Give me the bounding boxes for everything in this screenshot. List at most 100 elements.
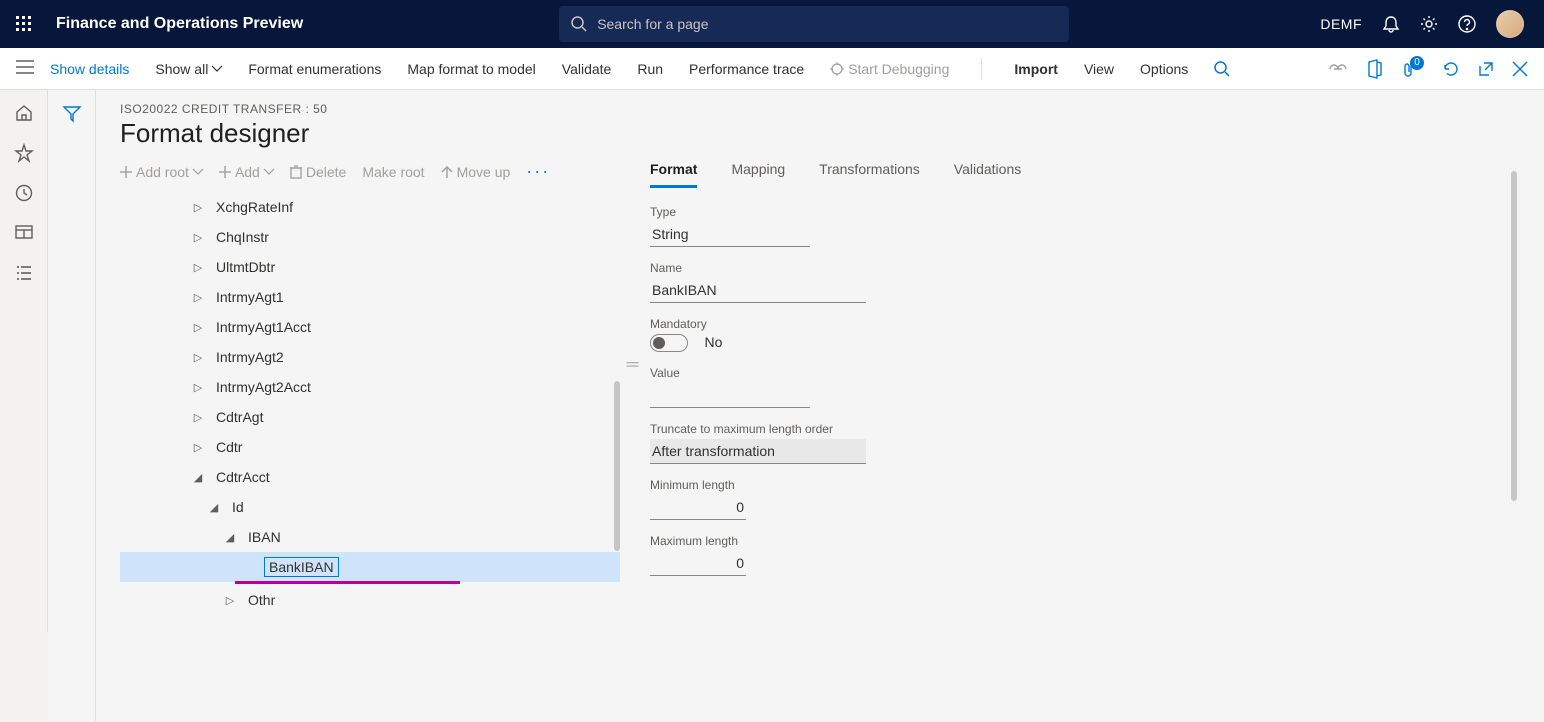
hamburger-icon[interactable]	[16, 60, 34, 79]
tree-node-selected[interactable]: BankIBAN	[120, 552, 620, 582]
tree-node[interactable]: ▷CdtrAgt	[120, 402, 620, 432]
map-format-button[interactable]: Map format to model	[407, 61, 535, 77]
breadcrumb: ISO20022 CREDIT TRANSFER : 50	[120, 102, 1520, 116]
caret-down-icon[interactable]: ◢	[190, 471, 206, 484]
close-icon[interactable]	[1512, 61, 1528, 77]
type-field[interactable]	[650, 222, 810, 247]
run-button[interactable]: Run	[637, 61, 663, 77]
tab-validations[interactable]: Validations	[954, 161, 1021, 188]
value-field[interactable]	[650, 383, 810, 408]
tab-format[interactable]: Format	[650, 161, 697, 188]
add-root-button[interactable]: Add root	[120, 164, 203, 180]
tab-mapping[interactable]: Mapping	[731, 161, 785, 188]
office-icon[interactable]	[1366, 60, 1382, 78]
splitter-handle[interactable]: ||	[626, 361, 641, 368]
search-input[interactable]: Search for a page	[559, 6, 1069, 42]
caret-right-icon[interactable]: ▷	[190, 291, 206, 304]
caret-right-icon[interactable]: ▷	[190, 321, 206, 334]
caret-right-icon[interactable]: ▷	[190, 441, 206, 454]
page-title: Format designer	[120, 118, 1520, 149]
start-debugging-button[interactable]: Start Debugging	[830, 61, 949, 77]
mandatory-toggle[interactable]	[650, 334, 688, 352]
max-length-field[interactable]	[650, 551, 746, 576]
home-icon[interactable]	[15, 104, 33, 122]
debug-icon	[830, 62, 844, 76]
tree-node[interactable]: ▷ChqInstr	[120, 222, 620, 252]
tree-node[interactable]: ◢IBAN	[120, 522, 620, 552]
value-label: Value	[650, 366, 1520, 380]
truncate-dropdown[interactable]	[650, 439, 866, 464]
attachments-badge: 0	[1410, 56, 1424, 70]
refresh-icon[interactable]	[1442, 60, 1460, 78]
tab-transformations[interactable]: Transformations	[819, 161, 920, 188]
performance-trace-button[interactable]: Performance trace	[689, 61, 804, 77]
tree-node[interactable]: ▷IntrmyAgt2Acct	[120, 372, 620, 402]
caret-right-icon[interactable]: ▷	[190, 201, 206, 214]
bell-icon[interactable]	[1382, 15, 1400, 33]
search-action-icon[interactable]	[1214, 61, 1230, 77]
star-icon[interactable]	[15, 144, 33, 162]
tree-node[interactable]: ▷IntrmyAgt1	[120, 282, 620, 312]
props-scrollbar[interactable]	[1511, 171, 1517, 501]
format-tree: ▷XchgRateInf ▷ChqInstr ▷UltmtDbtr ▷Intrm…	[120, 192, 620, 615]
mandatory-value: No	[704, 334, 722, 350]
view-button[interactable]: View	[1084, 61, 1114, 77]
add-button[interactable]: Add	[219, 164, 274, 180]
help-icon[interactable]	[1458, 15, 1476, 33]
action-bar: Show details Show all Format enumeration…	[0, 48, 1544, 90]
options-button[interactable]: Options	[1140, 61, 1188, 77]
make-root-button[interactable]: Make root	[362, 164, 424, 180]
content-area: ISO20022 CREDIT TRANSFER : 50 Format des…	[48, 90, 1544, 722]
caret-right-icon[interactable]: ▷	[222, 594, 238, 607]
tree-node[interactable]: ▷UltmtDbtr	[120, 252, 620, 282]
mandatory-label: Mandatory	[650, 317, 1520, 331]
caret-right-icon[interactable]: ▷	[190, 381, 206, 394]
min-length-field[interactable]	[650, 495, 746, 520]
popout-icon[interactable]	[1478, 61, 1494, 77]
app-title: Finance and Operations Preview	[56, 15, 303, 33]
format-enumerations-button[interactable]: Format enumerations	[248, 61, 381, 77]
tree-node[interactable]: ▷Cdtr	[120, 432, 620, 462]
filter-icon[interactable]	[63, 106, 81, 122]
global-header: Finance and Operations Preview Search fo…	[0, 0, 1544, 48]
waffle-icon[interactable]	[0, 0, 48, 48]
show-all-button[interactable]: Show all	[155, 61, 222, 77]
caret-right-icon[interactable]: ▷	[190, 351, 206, 364]
truncate-label: Truncate to maximum length order	[650, 422, 1520, 436]
caret-right-icon[interactable]: ▷	[190, 411, 206, 424]
gear-icon[interactable]	[1420, 15, 1438, 33]
tree-node[interactable]: ◢CdtrAcct	[120, 462, 620, 492]
modules-icon[interactable]	[15, 264, 33, 282]
more-button[interactable]: ···	[526, 161, 550, 182]
max-length-label: Maximum length	[650, 534, 1520, 548]
chevron-down-icon	[264, 169, 274, 175]
chevron-down-icon	[212, 66, 222, 72]
property-tabs: Format Mapping Transformations Validatio…	[650, 161, 1520, 189]
tree-scrollbar[interactable]	[614, 381, 620, 551]
caret-right-icon[interactable]: ▷	[190, 261, 206, 274]
tree-node[interactable]: ▷Othr	[120, 585, 620, 615]
caret-right-icon[interactable]: ▷	[190, 231, 206, 244]
tree-node[interactable]: ▷XchgRateInf	[120, 192, 620, 222]
name-field[interactable]	[650, 278, 866, 303]
delete-button[interactable]: Delete	[290, 164, 346, 180]
show-details-link[interactable]: Show details	[50, 61, 129, 77]
tree-node[interactable]: ▷IntrmyAgt2	[120, 342, 620, 372]
caret-down-icon[interactable]: ◢	[206, 501, 222, 514]
import-button[interactable]: Import	[1014, 61, 1058, 77]
move-up-button[interactable]: Move up	[441, 164, 511, 180]
recent-icon[interactable]	[15, 184, 33, 202]
search-placeholder: Search for a page	[597, 16, 708, 32]
validate-button[interactable]: Validate	[562, 61, 612, 77]
attachments-button[interactable]: 0	[1400, 60, 1424, 78]
avatar[interactable]	[1496, 10, 1524, 38]
entity-label[interactable]: DEMF	[1320, 16, 1362, 32]
tree-node[interactable]: ▷IntrmyAgt1Acct	[120, 312, 620, 342]
search-icon	[571, 16, 587, 32]
link-icon[interactable]	[1328, 63, 1348, 75]
workspace-icon[interactable]	[15, 224, 33, 242]
type-label: Type	[650, 205, 1520, 219]
tree-node[interactable]: ◢Id	[120, 492, 620, 522]
caret-down-icon[interactable]: ◢	[222, 531, 238, 544]
chevron-down-icon	[193, 169, 203, 175]
